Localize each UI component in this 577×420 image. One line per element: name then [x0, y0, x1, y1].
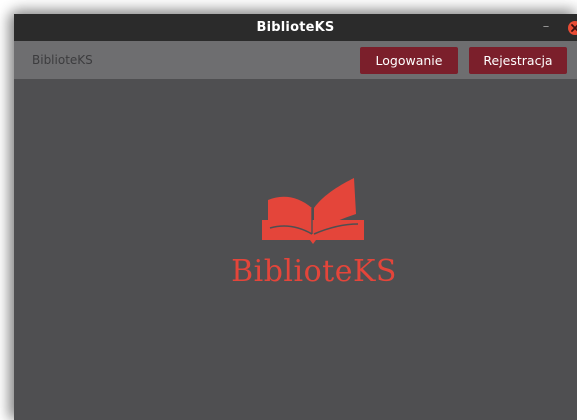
- open-book-icon: [262, 178, 364, 244]
- app-name-label: BiblioteKS: [32, 53, 93, 67]
- minimize-button[interactable]: –: [540, 14, 552, 39]
- login-button[interactable]: Logowanie: [360, 47, 458, 74]
- register-button[interactable]: Rejestracja: [469, 47, 567, 74]
- app-window: BiblioteKS – BiblioteKS Logowanie Rejest…: [14, 14, 577, 420]
- close-button[interactable]: [568, 21, 577, 35]
- title-bar[interactable]: BiblioteKS –: [14, 14, 577, 41]
- window-title: BiblioteKS: [256, 20, 335, 35]
- app-logo: BiblioteKS: [214, 174, 414, 304]
- main-content: BiblioteKS: [14, 79, 577, 420]
- menu-bar: BiblioteKS Logowanie Rejestracja: [14, 41, 577, 79]
- logo-text: BiblioteKS: [231, 254, 397, 289]
- close-icon: [571, 24, 577, 32]
